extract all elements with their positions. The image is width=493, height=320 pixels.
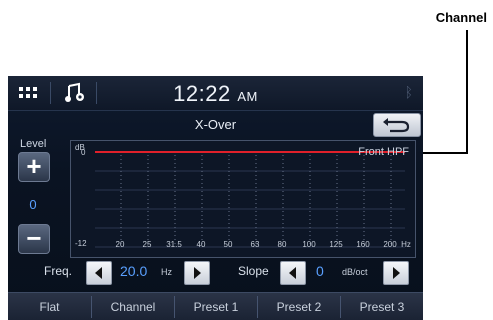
slope-up-button[interactable] xyxy=(383,261,409,285)
y-bottom-label: -12 xyxy=(75,239,87,248)
freq-down-button[interactable] xyxy=(86,261,112,285)
x-tick-label: 25 xyxy=(142,240,152,249)
freq-value: 20.0 xyxy=(120,263,148,279)
tab-preset-1[interactable]: Preset 1 xyxy=(175,293,257,320)
slope-value: 0 xyxy=(316,263,324,279)
clock: 12:22 AM xyxy=(8,81,423,107)
channel-callout-label: Channel xyxy=(435,10,487,25)
channel-name: Front HPF xyxy=(358,146,409,158)
head-unit-screen: 12:22 AM ᛒ X-Over Level + 0 − dB 0 -12 F… xyxy=(8,76,423,320)
x-tick-label: 20 xyxy=(115,240,125,249)
clock-time: 12:22 xyxy=(173,81,231,106)
y-top-label: 0 xyxy=(81,148,86,157)
slope-label: Slope xyxy=(238,264,269,278)
level-label: Level xyxy=(20,138,47,150)
slope-down-button[interactable] xyxy=(280,261,306,285)
level-down-button[interactable]: − xyxy=(18,224,50,254)
preset-tab-bar: Flat Channel Preset 1 Preset 2 Preset 3 xyxy=(8,292,423,320)
level-up-button[interactable]: + xyxy=(18,152,50,182)
left-triangle-icon xyxy=(95,267,102,279)
freq-label: Freq. xyxy=(44,264,73,278)
back-arrow-icon xyxy=(383,118,410,133)
callout-leader-line xyxy=(466,30,468,154)
x-unit-label: Hz xyxy=(401,240,411,249)
freq-unit: Hz xyxy=(161,267,172,277)
level-value: 0 xyxy=(29,197,37,212)
x-tick-label: 80 xyxy=(277,240,287,249)
x-tick-label: 200 xyxy=(383,240,397,249)
tab-channel[interactable]: Channel xyxy=(92,293,174,320)
status-bar: 12:22 AM ᛒ xyxy=(8,76,423,111)
x-tick-label: 31.5 xyxy=(166,240,182,249)
x-tick-label: 50 xyxy=(223,240,233,249)
title-bar: X-Over xyxy=(8,111,423,137)
tab-flat[interactable]: Flat xyxy=(8,293,91,320)
bluetooth-icon: ᛒ xyxy=(404,84,413,100)
x-tick-label: 63 xyxy=(250,240,260,249)
left-triangle-icon xyxy=(289,267,296,279)
back-button[interactable] xyxy=(373,113,421,137)
tab-preset-3[interactable]: Preset 3 xyxy=(341,293,423,320)
clock-ampm: AM xyxy=(237,89,258,104)
slope-unit: dB/oct xyxy=(342,267,368,277)
page-title: X-Over xyxy=(194,117,237,132)
right-triangle-icon xyxy=(393,267,400,279)
freq-slope-row: Freq. 20.0 Hz Slope 0 dB/oct xyxy=(8,258,423,288)
x-tick-label: 100 xyxy=(302,240,316,249)
x-tick-label: 40 xyxy=(196,240,206,249)
freq-up-button[interactable] xyxy=(184,261,210,285)
x-tick-label: 160 xyxy=(356,240,370,249)
x-tick-label: 125 xyxy=(329,240,343,249)
right-triangle-icon xyxy=(194,267,201,279)
tab-preset-2[interactable]: Preset 2 xyxy=(258,293,340,320)
